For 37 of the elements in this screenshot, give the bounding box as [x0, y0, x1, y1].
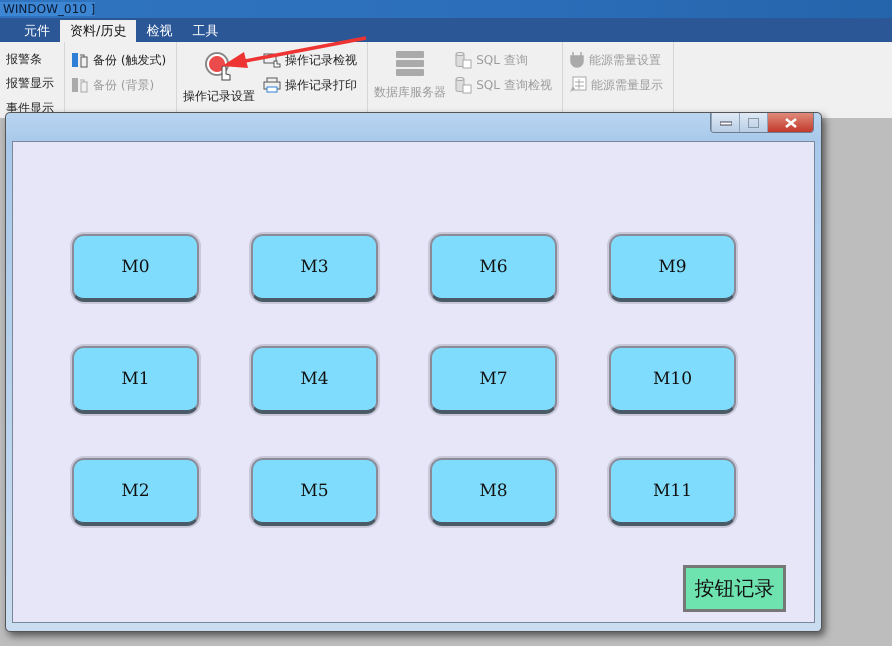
close-button[interactable]	[767, 113, 813, 132]
chart-icon	[568, 76, 587, 94]
ribbon-button[interactable]: 操作记录设置	[183, 46, 256, 118]
monitor-icon	[263, 52, 282, 68]
bit-button[interactable]: M0	[72, 234, 199, 302]
bit-button[interactable]: M3	[251, 234, 378, 302]
ribbon-tab[interactable]: 检视	[136, 20, 182, 42]
bit-button[interactable]: M2	[72, 458, 199, 526]
bit-button[interactable]: M1	[72, 346, 199, 414]
printer-icon	[263, 77, 282, 93]
window-title: WINDOW_010 ]	[0, 2, 96, 16]
bit-button[interactable]: M10	[609, 346, 736, 414]
server-icon	[395, 50, 426, 78]
bit-button[interactable]: M9	[609, 234, 736, 302]
bit-button[interactable]: M11	[609, 458, 736, 526]
bit-button[interactable]: M4	[251, 346, 378, 414]
minimize-button[interactable]	[711, 113, 739, 132]
plug-icon	[568, 51, 585, 69]
bit-button[interactable]: M6	[430, 234, 557, 302]
database-icon	[454, 51, 472, 69]
ribbon-button[interactable]: 备份 (触发式)	[71, 50, 166, 70]
bit-button[interactable]: M8	[430, 458, 557, 526]
ribbon-button[interactable]: 操作记录检视	[263, 50, 358, 70]
maximize-icon	[748, 118, 759, 128]
record-button[interactable]: 按钮记录	[683, 565, 786, 612]
bit-button[interactable]: M5	[251, 458, 378, 526]
ribbon-tab[interactable]: 资料/历史	[60, 20, 136, 42]
ribbon-button[interactable]: 报警显示	[6, 74, 54, 94]
bit-button[interactable]: M7	[430, 346, 557, 414]
ribbon-button[interactable]: 报警条	[6, 50, 54, 70]
database-icon	[454, 76, 472, 94]
backup-icon	[71, 51, 89, 69]
ribbon-button[interactable]: 操作记录打印	[263, 75, 358, 95]
ribbon-tab[interactable]: 工具	[182, 20, 228, 42]
ribbon-tab[interactable]: 元件	[14, 20, 60, 42]
close-icon	[784, 118, 796, 128]
backup-icon	[71, 76, 89, 94]
